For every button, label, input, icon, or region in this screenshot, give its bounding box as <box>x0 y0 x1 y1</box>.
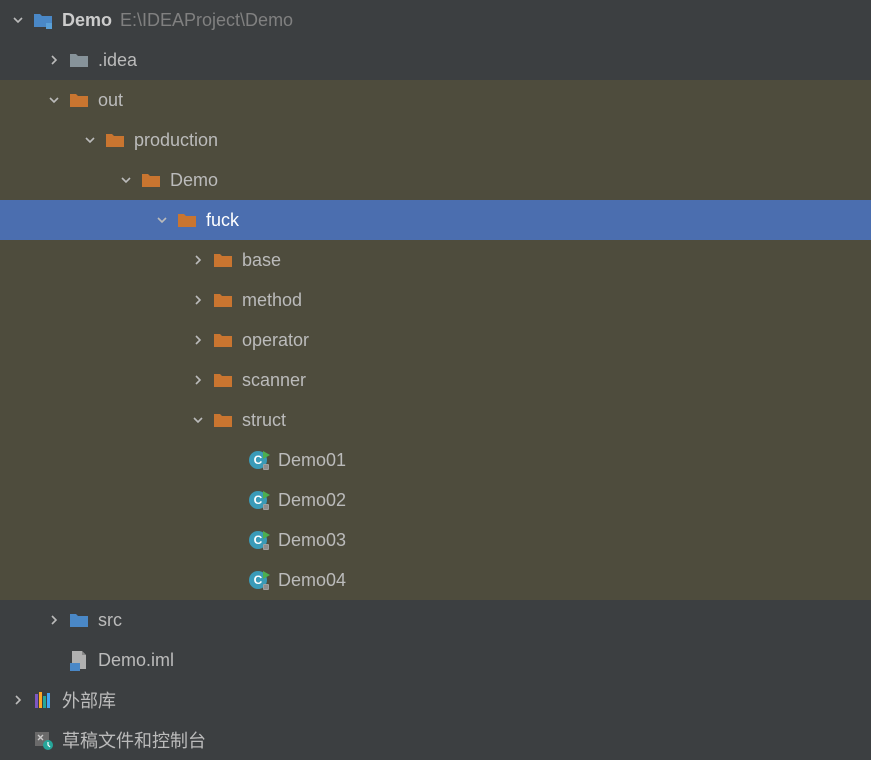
chevron-right-icon[interactable] <box>8 690 28 710</box>
folder-orange-icon <box>212 409 234 431</box>
tree-item-label: 草稿文件和控制台 <box>62 727 206 753</box>
folder-orange-icon <box>212 329 234 351</box>
tree-item-scanner[interactable]: scanner <box>0 360 871 400</box>
chevron-down-icon[interactable] <box>80 130 100 150</box>
chevron-right-icon[interactable] <box>188 250 208 270</box>
class-run-icon: C <box>248 569 270 591</box>
tree-item-label: scanner <box>242 370 306 391</box>
chevron-right-icon[interactable] <box>188 330 208 350</box>
tree-item-out[interactable]: out <box>0 80 871 120</box>
svg-text:C: C <box>254 493 263 507</box>
folder-orange-icon <box>212 289 234 311</box>
tree-item-demo02[interactable]: C Demo02 <box>0 480 871 520</box>
folder-blue-icon <box>68 609 90 631</box>
tree-item-base[interactable]: base <box>0 240 871 280</box>
tree-item-label: fuck <box>206 210 239 231</box>
tree-item-label: Demo04 <box>278 570 346 591</box>
tree-item-demo03[interactable]: C Demo03 <box>0 520 871 560</box>
tree-item-src[interactable]: src <box>0 600 871 640</box>
tree-item-label: base <box>242 250 281 271</box>
tree-item-label: method <box>242 290 302 311</box>
chevron-right-icon[interactable] <box>44 50 64 70</box>
tree-item-demo[interactable]: Demo E:\IDEAProject\Demo <box>0 0 871 40</box>
tree-item-label: 外部库 <box>62 687 116 713</box>
tree-item-label: Demo01 <box>278 450 346 471</box>
tree-item-demo01[interactable]: C Demo01 <box>0 440 871 480</box>
tree-item-label: .idea <box>98 50 137 71</box>
folder-orange-icon <box>212 249 234 271</box>
tree-item-label: production <box>134 130 218 151</box>
tree-item-demo04[interactable]: C Demo04 <box>0 560 871 600</box>
chevron-down-icon[interactable] <box>152 210 172 230</box>
tree-item-production[interactable]: production <box>0 120 871 160</box>
tree-item-demo[interactable]: Demo <box>0 160 871 200</box>
scratch-icon <box>32 729 54 751</box>
tree-item--idea[interactable]: .idea <box>0 40 871 80</box>
tree-item-operator[interactable]: operator <box>0 320 871 360</box>
chevron-right-icon[interactable] <box>188 370 208 390</box>
folder-orange-icon <box>68 89 90 111</box>
tree-item-label: operator <box>242 330 309 351</box>
folder-orange-icon <box>104 129 126 151</box>
chevron-right-icon[interactable] <box>44 610 64 630</box>
tree-item-label: out <box>98 90 123 111</box>
folder-orange-icon <box>140 169 162 191</box>
svg-text:C: C <box>254 533 263 547</box>
chevron-down-icon[interactable] <box>44 90 64 110</box>
tree-item-label: src <box>98 610 122 631</box>
tree-item-label: Demo03 <box>278 530 346 551</box>
tree-item-path: E:\IDEAProject\Demo <box>120 10 293 31</box>
tree-item-label: Demo <box>62 10 112 31</box>
tree-item-demo-iml[interactable]: Demo.iml <box>0 640 871 680</box>
class-run-icon: C <box>248 489 270 511</box>
chevron-down-icon[interactable] <box>188 410 208 430</box>
class-run-icon: C <box>248 449 270 471</box>
tree-item--[interactable]: 草稿文件和控制台 <box>0 720 871 760</box>
tree-item-label: Demo02 <box>278 490 346 511</box>
svg-text:C: C <box>254 573 263 587</box>
tree-item-label: Demo <box>170 170 218 191</box>
folder-orange-icon <box>212 369 234 391</box>
chevron-down-icon[interactable] <box>116 170 136 190</box>
library-icon <box>32 689 54 711</box>
chevron-right-icon[interactable] <box>188 290 208 310</box>
tree-item-label: Demo.iml <box>98 650 174 671</box>
module-folder-icon <box>32 9 54 31</box>
tree-item-label: struct <box>242 410 286 431</box>
folder-grey-icon <box>68 49 90 71</box>
tree-item-struct[interactable]: struct <box>0 400 871 440</box>
tree-item-method[interactable]: method <box>0 280 871 320</box>
folder-orange-icon <box>176 209 198 231</box>
project-tree[interactable]: Demo E:\IDEAProject\Demo .idea out productio… <box>0 0 871 760</box>
class-run-icon: C <box>248 529 270 551</box>
tree-item--[interactable]: 外部库 <box>0 680 871 720</box>
tree-item-fuck[interactable]: fuck <box>0 200 871 240</box>
iml-file-icon <box>68 649 90 671</box>
svg-text:C: C <box>254 453 263 467</box>
chevron-down-icon[interactable] <box>8 10 28 30</box>
